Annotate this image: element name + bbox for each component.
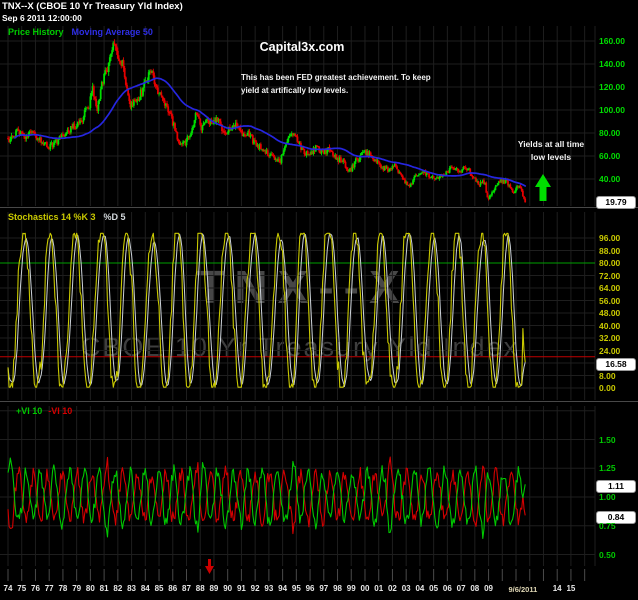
yields-annotation-line2: low levels [503,151,599,164]
panel-splitter-price-stoch[interactable] [0,207,638,208]
red-marker-icon [208,559,211,567]
fed-annotation-line1: This has been FED greatest achievement. … [241,71,431,84]
stoch-last-value-badge: 16.58 [596,358,636,371]
fed-annotation: This has been FED greatest achievement. … [241,71,431,97]
price-panel-legend: Price History Moving Average 50 [8,27,153,37]
vi-minus-legend-label[interactable]: -VI 10 [48,406,72,416]
stochastics-panel-legend: Stochastics 14 %K 3 %D 5 [8,212,126,222]
time-axis-strip[interactable] [0,568,638,600]
price-history-legend-label[interactable]: Price History [8,27,64,37]
panel-splitter-stoch-vi[interactable] [0,401,638,402]
moving-average-legend-label[interactable]: Moving Average 50 [72,27,153,37]
vi-plus-last-value-badge: 1.11 [596,480,636,493]
yields-annotation: Yields at all time low levels [503,138,599,164]
vi-minus-last-value-badge: 0.84 [596,511,636,524]
stochastics-d-legend-label[interactable]: %D 5 [104,212,126,222]
vi-panel-legend: +VI 10 -VI 10 [16,406,72,416]
fed-annotation-line2: yield at artifically low levels. [241,84,431,97]
price-last-value-badge: 19.79 [596,196,636,209]
yields-annotation-line1: Yields at all time [503,138,599,151]
site-watermark: Capital3x.com [240,40,364,54]
vi-plus-legend-label[interactable]: +VI 10 [16,406,42,416]
up-arrow-icon [535,174,551,201]
stochastics-legend-label[interactable]: Stochastics 14 %K 3 [8,212,96,222]
charting-app-window: TNX--X (CBOE 10 Yr Treasury Yld Index) S… [0,0,638,600]
